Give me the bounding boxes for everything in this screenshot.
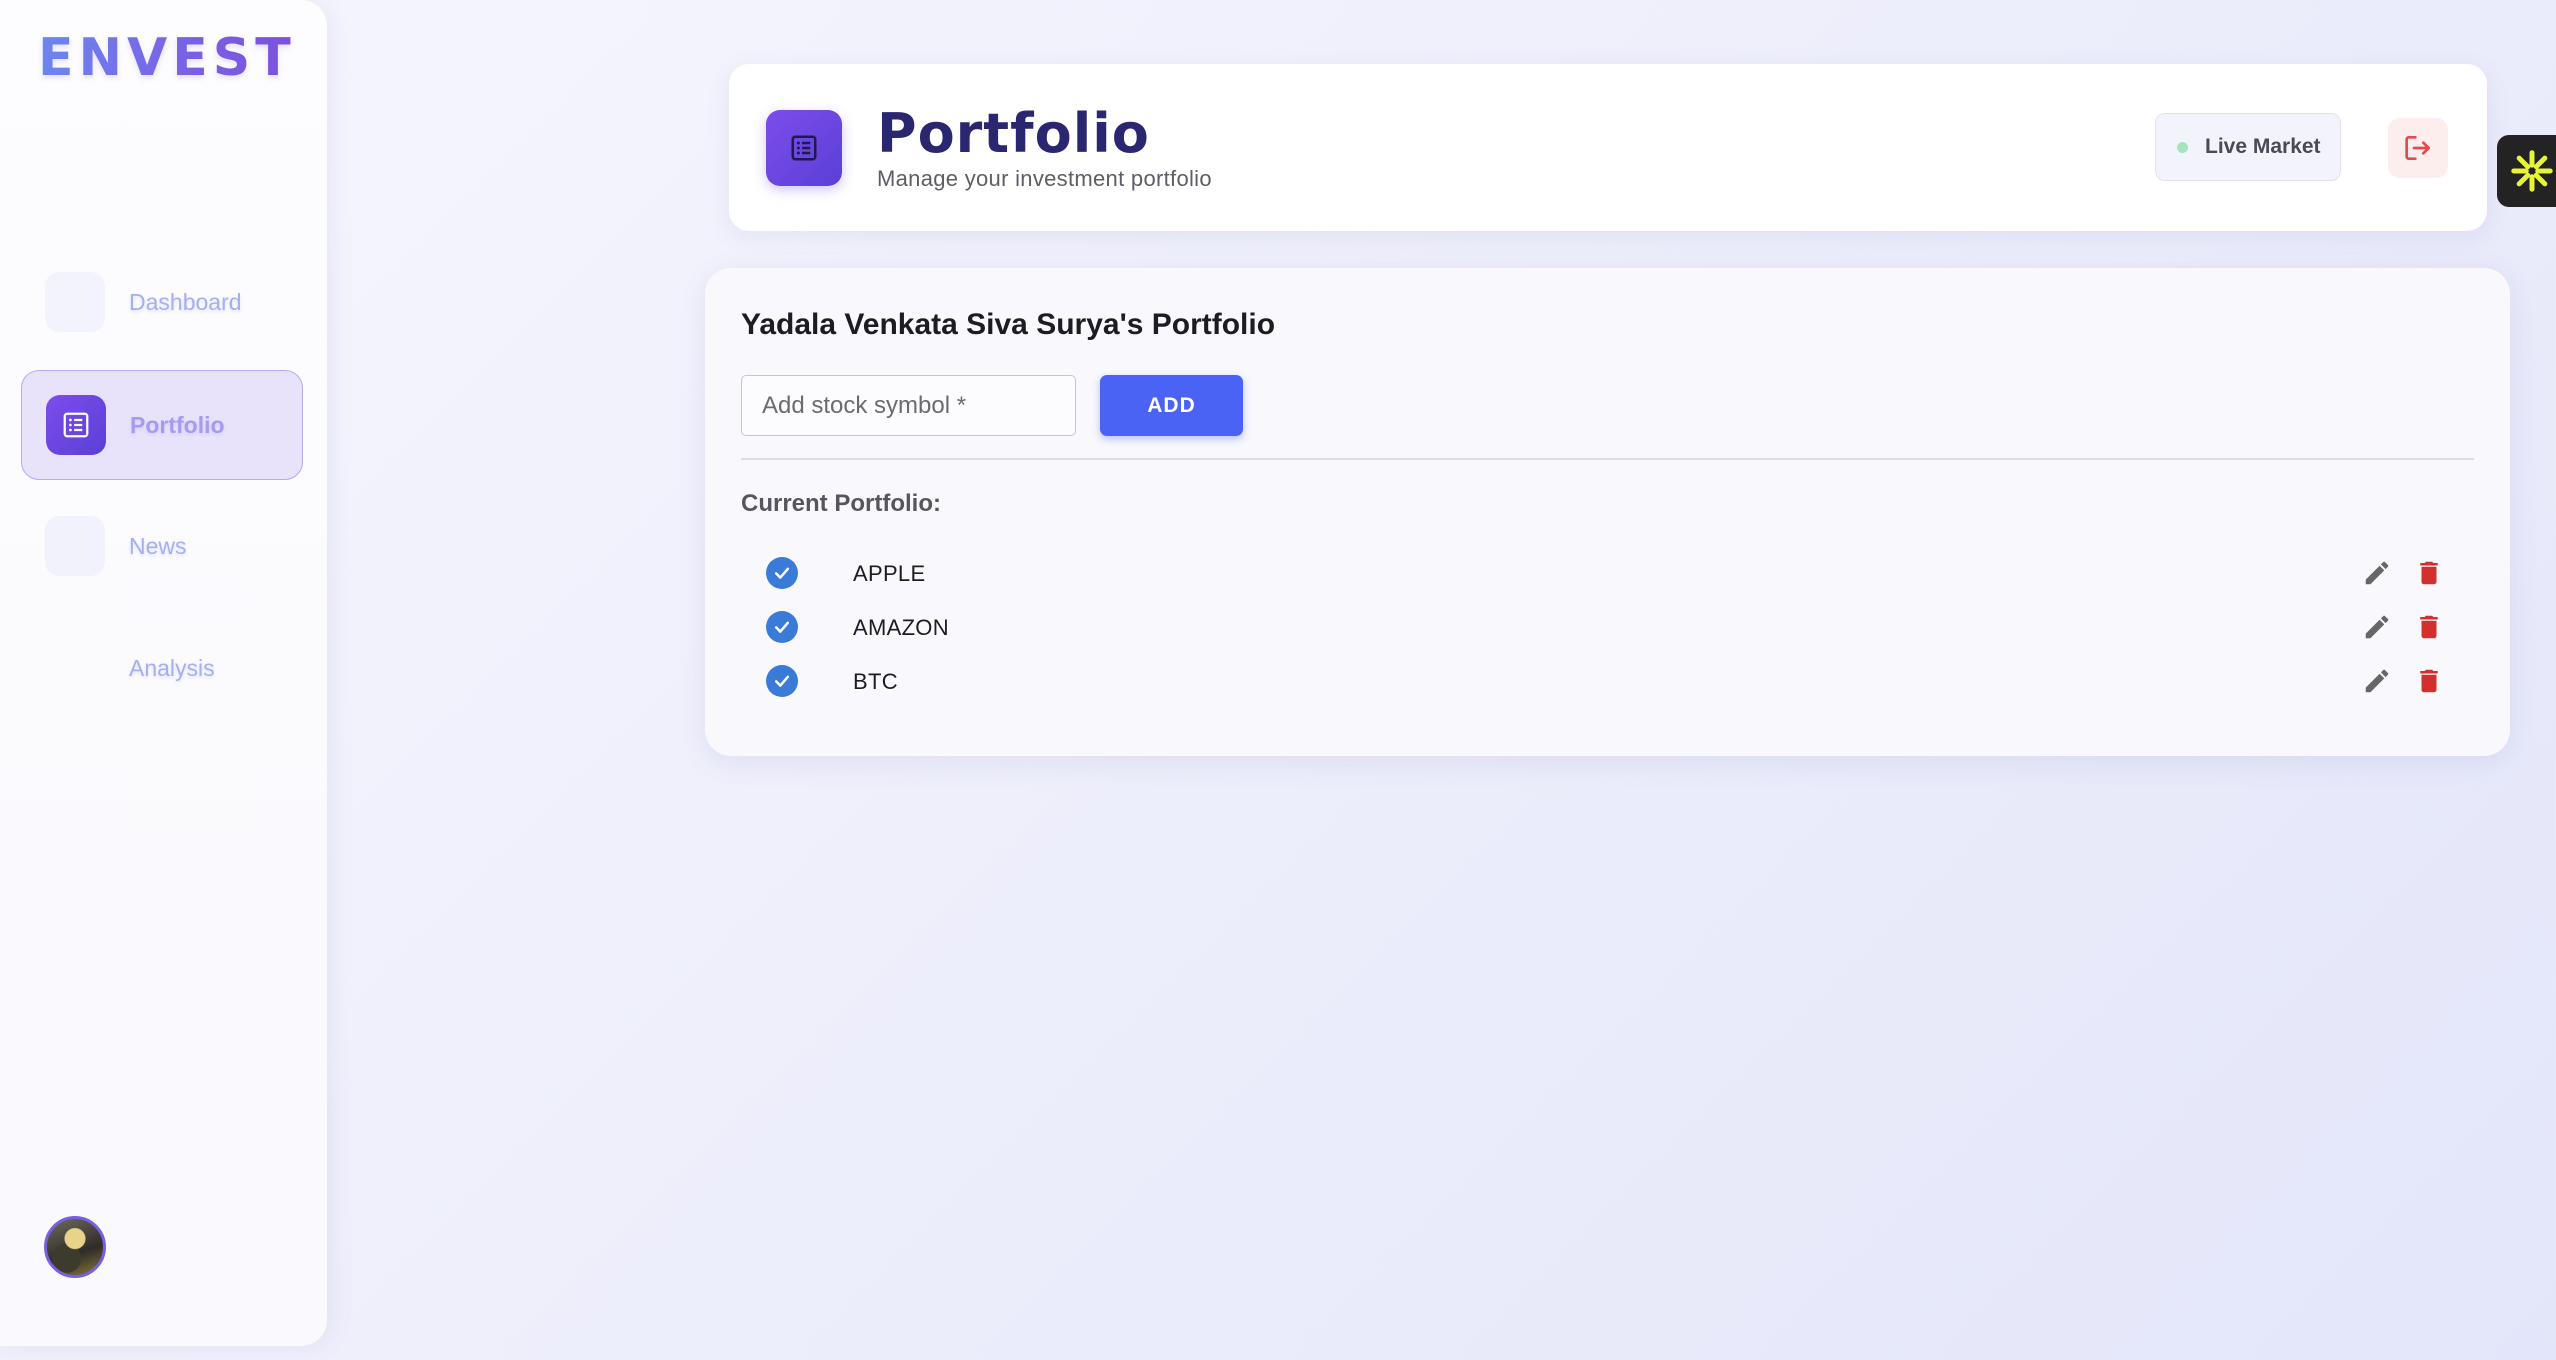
stock-symbol-input[interactable] <box>741 375 1076 436</box>
sparkle-icon <box>2511 150 2553 192</box>
sidebar-item-label: Dashboard <box>129 288 242 315</box>
edit-pencil-icon[interactable] <box>2361 557 2393 589</box>
dashboard-icon <box>45 272 105 332</box>
assistant-widget-button[interactable] <box>2497 135 2556 207</box>
news-icon <box>45 516 105 576</box>
holding-symbol: BTC <box>853 669 898 694</box>
live-market-badge: Live Market <box>2155 113 2341 181</box>
avatar[interactable] <box>44 1216 106 1278</box>
delete-trash-icon[interactable] <box>2413 665 2445 697</box>
sidebar-item-label: Analysis <box>129 654 215 681</box>
divider <box>741 458 2474 460</box>
sidebar-item-label: News <box>129 532 187 559</box>
list-item: APPLE <box>741 547 2474 599</box>
check-circle-icon[interactable] <box>766 611 798 643</box>
current-portfolio-label: Current Portfolio: <box>741 490 941 517</box>
sidebar-item-news[interactable]: News <box>21 491 303 601</box>
page-header: Portfolio Manage your investment portfol… <box>729 64 2487 231</box>
delete-trash-icon[interactable] <box>2413 611 2445 643</box>
edit-pencil-icon[interactable] <box>2361 665 2393 697</box>
sidebar-item-label: Portfolio <box>130 411 225 438</box>
brand-logo: ENVEST <box>38 28 296 88</box>
sidebar-item-dashboard[interactable]: Dashboard <box>21 247 303 357</box>
list-item: BTC <box>741 655 2474 707</box>
list-item: AMAZON <box>741 601 2474 653</box>
holding-symbol: APPLE <box>853 561 926 586</box>
edit-pencil-icon[interactable] <box>2361 611 2393 643</box>
logout-button[interactable] <box>2388 118 2448 178</box>
holding-symbol: AMAZON <box>853 615 949 640</box>
check-circle-icon[interactable] <box>766 665 798 697</box>
sidebar: ENVEST Dashboard Portfolio News Analysis <box>0 0 327 1346</box>
sidebar-item-analysis[interactable]: Analysis <box>21 613 303 723</box>
list-icon <box>46 395 106 455</box>
list-icon <box>766 110 842 186</box>
portfolio-owner-title: Yadala Venkata Siva Surya's Portfolio <box>741 308 1276 341</box>
check-circle-icon[interactable] <box>766 557 798 589</box>
status-dot-icon <box>2177 141 2188 153</box>
delete-trash-icon[interactable] <box>2413 557 2445 589</box>
add-button[interactable]: ADD <box>1100 375 1243 436</box>
sidebar-item-portfolio[interactable]: Portfolio <box>21 370 303 480</box>
page-subtitle: Manage your investment portfolio <box>877 166 1212 191</box>
portfolio-card: Yadala Venkata Siva Surya's Portfolio AD… <box>705 268 2510 756</box>
live-market-label: Live Market <box>2205 135 2321 158</box>
logout-icon <box>2405 136 2430 160</box>
page-title: Portfolio <box>877 102 1150 165</box>
